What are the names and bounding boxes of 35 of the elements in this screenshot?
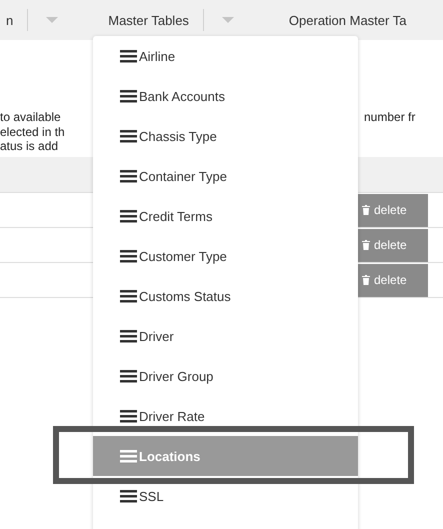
menu-item[interactable]: Credit Terms xyxy=(93,196,358,236)
nav-menu-item[interactable]: n xyxy=(6,12,14,28)
menu-icon xyxy=(120,370,137,382)
trash-icon xyxy=(362,275,370,285)
menu-icon xyxy=(120,450,137,462)
menu-item[interactable]: Airline xyxy=(93,36,358,76)
menu-item[interactable]: Driver Rate xyxy=(93,396,358,436)
menu-icon xyxy=(120,130,137,142)
menu-item[interactable]: Customs Status xyxy=(93,276,358,316)
menu-icon xyxy=(120,90,137,102)
menu-item[interactable]: Bank Accounts xyxy=(93,76,358,116)
caret-icon[interactable] xyxy=(222,17,234,23)
nav-menu-item[interactable]: Master Tables xyxy=(108,12,189,28)
menu-icon xyxy=(120,250,137,262)
menu-icon xyxy=(120,290,137,302)
menu-icon xyxy=(120,210,137,222)
description-text: atus is add xyxy=(0,139,60,154)
caret-icon[interactable] xyxy=(46,17,58,23)
nav-menu-item[interactable]: Operation Master Ta xyxy=(288,12,406,28)
menu-icon xyxy=(120,170,137,182)
trash-icon xyxy=(362,240,370,250)
menu-icon xyxy=(120,330,137,342)
description-text: number fr xyxy=(364,110,416,124)
menu-icon xyxy=(120,50,137,62)
description-text: elected in th xyxy=(0,124,66,139)
menu-item[interactable]: SSL xyxy=(93,476,358,516)
description-text: to available xyxy=(0,110,62,124)
menu-item[interactable]: Chassis Type xyxy=(93,116,358,156)
menu-icon xyxy=(120,490,137,502)
menu-item[interactable]: Customer Type xyxy=(93,236,358,276)
trash-icon xyxy=(362,205,370,215)
menu-icon xyxy=(120,410,137,422)
menu-item[interactable]: Container Type xyxy=(93,156,358,196)
menu-item[interactable]: Driver xyxy=(93,316,358,356)
menu-item[interactable]: Driver Group xyxy=(93,356,358,396)
